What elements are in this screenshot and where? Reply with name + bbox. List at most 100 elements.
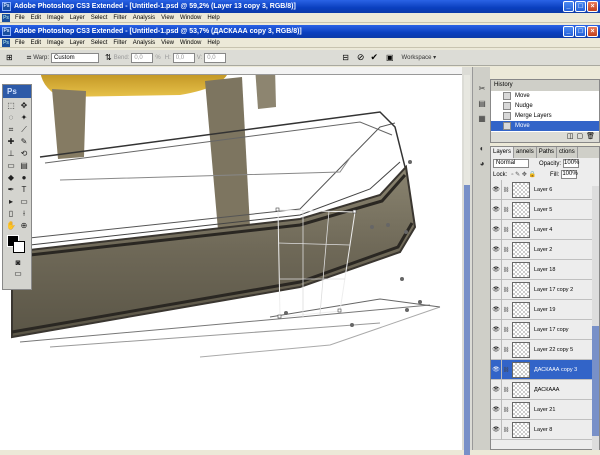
layer-row[interactable]: 👁 ⛓ Layer 4: [491, 219, 599, 240]
menu-image[interactable]: Image: [44, 40, 67, 46]
layer-link-icon[interactable]: ⛓: [502, 287, 510, 293]
menu-layer[interactable]: Layer: [67, 15, 88, 21]
h-distortion-field[interactable]: 0,0: [172, 52, 195, 63]
bridge-icon[interactable]: ▣: [386, 53, 394, 62]
layer-row[interactable]: 👁 ⛓ Layer 22 copy 5: [491, 339, 599, 360]
visibility-eye-icon[interactable]: 👁: [491, 259, 502, 280]
eyedropper-icon[interactable]: ⟊: [18, 208, 30, 219]
eraser-tool-icon[interactable]: ▭: [5, 160, 17, 171]
menu-file[interactable]: File: [12, 15, 28, 21]
layer-link-icon[interactable]: ⛓: [502, 307, 510, 313]
close-button[interactable]: ×: [587, 26, 598, 37]
warp-mode-icon[interactable]: ⌗: [27, 53, 32, 63]
v-distortion-field[interactable]: 0,0: [204, 52, 227, 63]
layers-scrollbar[interactable]: [592, 186, 599, 450]
menu-filter[interactable]: Filter: [110, 40, 129, 46]
layer-link-icon[interactable]: ⛓: [502, 327, 510, 333]
layer-link-icon[interactable]: ⛓: [502, 387, 510, 393]
menu-help[interactable]: Help: [204, 40, 222, 46]
layer-link-icon[interactable]: ⛓: [502, 427, 510, 433]
brush-tool-icon[interactable]: ✎: [18, 136, 30, 147]
layer-link-icon[interactable]: ⛓: [502, 367, 510, 373]
quick-mask-icon[interactable]: ◙: [12, 257, 24, 268]
crop-tool-icon[interactable]: ⌗: [5, 124, 17, 135]
layer-row[interactable]: 👁 ⛓ Layer 17 copy: [491, 319, 599, 340]
menu-view[interactable]: View: [158, 40, 177, 46]
layer-row[interactable]: 👁 ⛓ Layer 8: [491, 419, 599, 440]
slice-tool-icon[interactable]: ⟋: [18, 124, 30, 135]
menu-view[interactable]: View: [158, 15, 177, 21]
background-color[interactable]: [13, 241, 25, 253]
marquee-tool-icon[interactable]: ⬚: [5, 100, 17, 111]
layer-row[interactable]: 👁 ⛓ Layer 18: [491, 259, 599, 280]
layer-link-icon[interactable]: ⛓: [502, 407, 510, 413]
visibility-eye-icon[interactable]: 👁: [491, 419, 502, 440]
layer-row[interactable]: 👁 ⛓ Layer 17 copy 2: [491, 279, 599, 300]
workspace-button[interactable]: Workspace ▾: [402, 54, 437, 61]
history-item[interactable]: Move: [491, 91, 599, 101]
menu-image[interactable]: Image: [44, 15, 67, 21]
layer-row[interactable]: 👁 ⛓ Layer 19: [491, 299, 599, 320]
visibility-eye-icon[interactable]: 👁: [491, 339, 502, 360]
type-tool-icon[interactable]: T: [18, 184, 30, 195]
layer-row[interactable]: 👁 ⛓ Layer 2: [491, 239, 599, 260]
visibility-eye-icon[interactable]: 👁: [491, 279, 502, 300]
layer-link-icon[interactable]: ⛓: [502, 227, 510, 233]
color-swatches[interactable]: [5, 235, 29, 255]
layer-link-icon[interactable]: ⛓: [502, 267, 510, 273]
move-tool-icon[interactable]: ✥: [18, 100, 30, 111]
layer-row[interactable]: 👁 ⛓ Layer 5: [491, 199, 599, 220]
vertical-scrollbar[interactable]: [464, 75, 470, 455]
close-button[interactable]: ×: [587, 1, 598, 12]
tool-presets-icon[interactable]: ▦: [475, 113, 489, 125]
magic-wand-icon[interactable]: ✦: [18, 112, 30, 123]
layer-link-icon[interactable]: ⛓: [502, 187, 510, 193]
maximize-button[interactable]: □: [575, 26, 586, 37]
hand-tool-icon[interactable]: ✋: [5, 220, 17, 231]
layer-row[interactable]: 👁 ⛓ Layer 21: [491, 399, 599, 420]
opacity-field[interactable]: 100%: [563, 159, 579, 168]
history-item-selected[interactable]: Move: [491, 121, 599, 131]
menu-edit[interactable]: Edit: [28, 40, 44, 46]
visibility-eye-icon[interactable]: 👁: [491, 219, 502, 240]
history-item[interactable]: Merge Layers: [491, 111, 599, 121]
shape-tool-icon[interactable]: ▭: [18, 196, 30, 207]
layers-scroll-thumb[interactable]: [592, 326, 599, 436]
warp-orientation-icon[interactable]: ⇅: [105, 53, 112, 62]
path-select-icon[interactable]: ▸: [5, 196, 17, 207]
scroll-thumb[interactable]: [464, 185, 470, 455]
history-item[interactable]: Nudge: [491, 101, 599, 111]
commit-transform-icon[interactable]: ✔: [370, 52, 378, 63]
fill-field[interactable]: 100%: [561, 170, 578, 179]
warp-style-select[interactable]: Custom: [51, 52, 99, 63]
visibility-eye-icon[interactable]: 👁: [491, 239, 502, 260]
minimize-button[interactable]: _: [563, 26, 574, 37]
bend-field[interactable]: 0,0: [131, 52, 154, 63]
layer-link-icon[interactable]: ⛓: [502, 347, 510, 353]
dodge-tool-icon[interactable]: ●: [18, 172, 30, 183]
lock-icons[interactable]: ▫ ✎ ✥ 🔒: [511, 171, 536, 178]
zoom-tool-icon[interactable]: ⊕: [18, 220, 30, 231]
layer-row[interactable]: 👁 ⛓ Layer 6: [491, 179, 599, 200]
pen-tool-icon[interactable]: ✒: [5, 184, 17, 195]
tab-paths[interactable]: Paths: [537, 147, 558, 158]
layer-link-icon[interactable]: ⛓: [502, 207, 510, 213]
menu-edit[interactable]: Edit: [28, 15, 44, 21]
minimize-button[interactable]: _: [563, 1, 574, 12]
screen-mode-icon[interactable]: ▭: [12, 268, 24, 279]
new-document-icon[interactable]: ▢: [576, 132, 583, 142]
menu-help[interactable]: Help: [204, 15, 222, 21]
gradient-tool-icon[interactable]: ▤: [18, 160, 30, 171]
menu-window[interactable]: Window: [177, 15, 204, 21]
menu-select[interactable]: Select: [88, 40, 111, 46]
swatches-panel-icon[interactable]: ◕: [475, 158, 489, 170]
layer-link-icon[interactable]: ⛓: [502, 247, 510, 253]
menu-file[interactable]: File: [12, 40, 28, 46]
tab-actions[interactable]: ctions: [557, 147, 578, 158]
tab-channels[interactable]: annels: [514, 147, 537, 158]
visibility-eye-icon[interactable]: 👁: [491, 299, 502, 320]
menu-analysis[interactable]: Analysis: [130, 15, 158, 21]
history-tab[interactable]: History: [491, 80, 599, 91]
menu-filter[interactable]: Filter: [110, 15, 129, 21]
history-panel-icon[interactable]: ✂: [475, 83, 489, 95]
